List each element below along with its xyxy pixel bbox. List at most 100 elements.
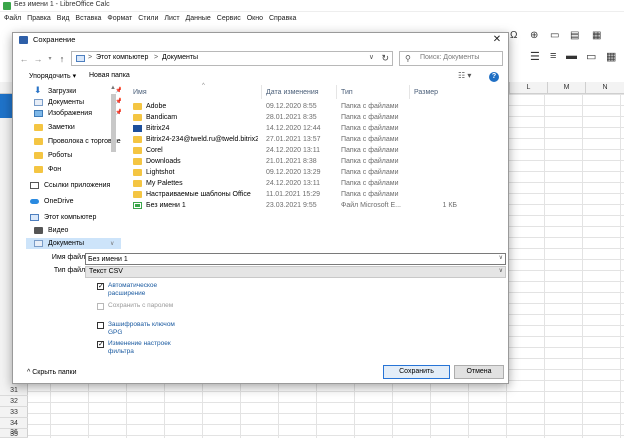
address-bar[interactable]: > Этот компьютер > Документы ∨ ↻ — [71, 51, 393, 66]
chevron-down-icon[interactable]: ∨ — [499, 267, 503, 274]
nav-item-video[interactable]: Видео — [26, 225, 121, 236]
recent-locations-button[interactable]: ▾ — [45, 52, 55, 66]
menu-tools[interactable]: Сервис — [217, 13, 241, 25]
nav-item-downloads[interactable]: ⬇ Загрузки 📌 — [26, 85, 121, 97]
file-type: Папка с файлами — [341, 114, 399, 121]
column-size[interactable]: Размер — [414, 89, 438, 96]
menu-insert[interactable]: Вставка — [75, 13, 101, 25]
chevron-down-icon[interactable]: ∨ — [369, 53, 374, 61]
comment-icon[interactable]: ▭ — [550, 30, 559, 41]
file-row[interactable]: Bitrix24-234@tweld.ru@tweld.bitrix24.ru … — [123, 134, 508, 145]
file-type: Папка с файлами — [341, 103, 399, 110]
header-footer-icon[interactable]: ▤ — [570, 30, 579, 41]
column-header-m[interactable]: M — [547, 82, 585, 94]
breadcrumb-documents[interactable]: Документы — [162, 54, 198, 61]
file-row[interactable]: My Palettes 24.12.2020 13:11 Папка с фай… — [123, 178, 508, 189]
refresh-icon[interactable]: ↻ — [381, 53, 389, 64]
hide-folders-button[interactable]: ^ Скрыть папки — [27, 369, 77, 376]
menu-sheet[interactable]: Лист — [164, 13, 179, 25]
conditional-format-icon[interactable]: ▦ — [606, 50, 616, 63]
column-divider[interactable] — [336, 85, 337, 99]
nav-item-images[interactable]: Изображения 📌 — [26, 108, 121, 119]
nav-item-background[interactable]: Фон — [26, 164, 121, 175]
nav-item-robots[interactable]: Роботы — [26, 150, 121, 161]
file-row[interactable]: Без имени 1 23.03.2021 9:55 Файл Microso… — [123, 200, 508, 211]
row-header[interactable]: 32 — [0, 396, 28, 407]
file-type: Папка с файлами — [341, 169, 399, 176]
navigation-scrollbar[interactable]: ▲ ∨ — [110, 85, 118, 249]
menu-help[interactable]: Справка — [269, 13, 296, 25]
align-icon[interactable]: ☰ — [530, 50, 540, 63]
nav-item-this-pc[interactable]: Этот компьютер — [26, 212, 121, 223]
menu-window[interactable]: Окно — [247, 13, 263, 25]
nav-item-documents[interactable]: Документы 📌 — [26, 97, 121, 108]
help-icon[interactable]: ? — [489, 72, 499, 82]
search-box[interactable]: ⚲ Поиск: Документы — [399, 51, 503, 66]
define-print-area-icon[interactable]: ▦ — [592, 30, 601, 41]
file-row[interactable]: Lightshot 09.12.2020 13:29 Папка с файла… — [123, 167, 508, 178]
breadcrumb-separator: > — [88, 54, 93, 61]
menu-file[interactable]: Файл — [4, 13, 21, 25]
nav-item-documents-selected[interactable]: Документы — [26, 238, 121, 249]
save-button[interactable]: Сохранить — [383, 365, 450, 379]
omega-icon[interactable]: Ω — [510, 30, 517, 41]
row-header[interactable]: 31 — [0, 385, 28, 396]
background-color-icon[interactable]: ▭ — [586, 50, 596, 63]
organize-button[interactable]: Упорядочить ▾ — [29, 72, 76, 80]
nav-item-label: Загрузки — [48, 88, 77, 95]
close-button[interactable]: ✕ — [490, 33, 504, 47]
calc-title-bar: Без имени 1 - LibreOffice Calc — [0, 0, 624, 12]
menu-data[interactable]: Данные — [186, 13, 211, 25]
computer-icon — [76, 55, 85, 62]
column-date-modified[interactable]: Дата изменения — [266, 89, 319, 96]
file-type: Папка с файлами — [341, 125, 399, 132]
breadcrumb-this-pc[interactable]: Этот компьютер — [96, 54, 148, 61]
column-type[interactable]: Тип — [341, 89, 353, 96]
file-row[interactable]: Bitrix24 14.12.2020 12:44 Папка с файлам… — [123, 123, 508, 134]
borders-icon[interactable]: ▬ — [566, 50, 577, 62]
encrypt-gpg-checkbox[interactable]: Зашифровать ключом GPG — [97, 321, 187, 339]
calc-toolbar: Ω ⊕ ▭ ▤ ▦ — [500, 26, 624, 46]
menu-view[interactable]: Вид — [57, 13, 70, 25]
scrollbar-thumb[interactable] — [111, 94, 116, 152]
cancel-button[interactable]: Отмена — [454, 365, 504, 379]
nav-item-label: Ссылки приложения — [44, 182, 111, 189]
file-type: Папка с файлами — [341, 158, 399, 165]
row-header[interactable]: 33 — [0, 407, 28, 418]
filetype-select[interactable]: Текст CSV — [85, 266, 506, 278]
view-options-icon[interactable]: ☷ ▾ — [458, 71, 471, 80]
auto-extension-checkbox[interactable]: ✓ Автоматическое расширение — [97, 282, 187, 300]
edit-filter-settings-checkbox[interactable]: ✓ Изменение настроек фильтра — [97, 340, 187, 358]
column-divider[interactable] — [409, 85, 410, 99]
scroll-up-icon[interactable]: ▲ — [110, 85, 116, 91]
column-header-n[interactable]: N — [585, 82, 624, 94]
menu-edit[interactable]: Правка — [27, 13, 51, 25]
new-folder-button[interactable]: Новая папка — [89, 72, 130, 79]
nav-item-wire[interactable]: Проволока с торговые — [26, 136, 121, 147]
row-header[interactable]: 36 — [0, 427, 28, 438]
nav-item-onedrive[interactable]: OneDrive — [26, 196, 121, 207]
column-divider[interactable] — [261, 85, 262, 99]
column-header-l[interactable]: L — [509, 82, 547, 94]
filename-input[interactable] — [85, 253, 506, 265]
calc-window-title: Без имени 1 - LibreOffice Calc — [14, 1, 110, 8]
file-date: 14.12.2020 12:44 — [266, 125, 321, 132]
chevron-down-icon: ▾ — [48, 56, 52, 62]
up-button[interactable]: ↑ — [57, 52, 67, 66]
file-row[interactable]: Bandicam 28.01.2021 8:35 Папка с файлами — [123, 112, 508, 123]
menu-styles[interactable]: Стили — [138, 13, 158, 25]
nav-item-app-links[interactable]: Ссылки приложения — [26, 180, 121, 191]
column-name[interactable]: Имя — [133, 89, 147, 96]
back-button[interactable]: ← — [19, 52, 29, 66]
hyperlink-icon[interactable]: ⊕ — [530, 30, 538, 41]
file-row[interactable]: Adobe 09.12.2020 8:55 Папка с файлами — [123, 101, 508, 112]
file-row[interactable]: Настраиваемые шаблоны Office 11.01.2021 … — [123, 189, 508, 200]
forward-button[interactable]: → — [33, 52, 43, 66]
scroll-down-icon[interactable]: ∨ — [110, 240, 114, 247]
file-row[interactable]: Corel 24.12.2020 13:11 Папка с файлами — [123, 145, 508, 156]
chevron-down-icon[interactable]: ∨ — [499, 254, 503, 261]
nav-item-notes[interactable]: Заметки — [26, 122, 121, 133]
wrap-text-icon[interactable]: ≡ — [550, 50, 556, 62]
file-row[interactable]: Downloads 21.01.2021 8:38 Папка с файлам… — [123, 156, 508, 167]
menu-format[interactable]: Формат — [107, 13, 132, 25]
